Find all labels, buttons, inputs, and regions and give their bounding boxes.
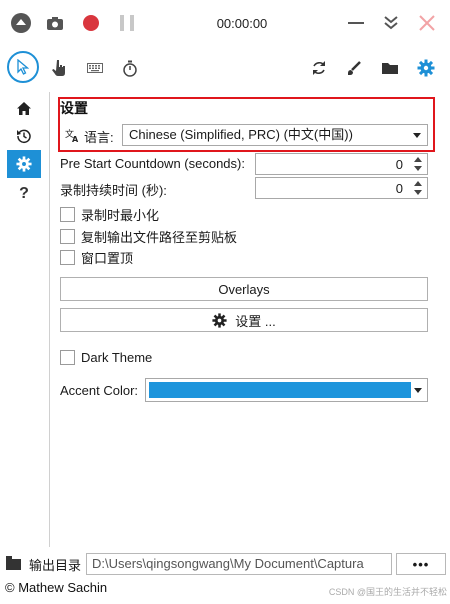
question-mark-icon: ? — [19, 185, 29, 202]
countdown-row: Pre Start Countdown (seconds): 0 — [60, 153, 430, 175]
close-icon — [419, 15, 435, 31]
more-settings-button[interactable]: 设置 ... — [60, 308, 428, 332]
status-bar: © Mathew Sachin CSDN @国王的生活并不轻松 — [0, 577, 450, 604]
editor-button[interactable] — [342, 56, 366, 80]
title-bar: 00:00:00 — [0, 0, 450, 46]
countdown-stepper[interactable]: 0 — [255, 153, 428, 175]
hand-pointer-icon — [52, 60, 65, 76]
refresh-icon — [313, 61, 325, 75]
countdown-value: 0 — [395, 157, 403, 172]
topmost-label: 窗口置顶 — [81, 250, 134, 266]
topmost-checkbox[interactable] — [60, 249, 75, 265]
output-path-field[interactable]: D:\Users\qingsongwang\My Document\Captur… — [86, 553, 392, 575]
stopwatch-icon — [123, 60, 137, 77]
record-button[interactable] — [78, 10, 104, 36]
increment-icon[interactable] — [414, 181, 422, 186]
output-path-value: D:\Users\qingsongwang\My Document\Captur… — [92, 556, 364, 571]
folder-icon — [382, 63, 398, 74]
camera-icon — [47, 16, 63, 30]
settings-button[interactable] — [414, 56, 438, 80]
cursor-toggle[interactable] — [7, 51, 39, 83]
output-folder-button[interactable]: 输出目录 — [6, 555, 81, 573]
minimize-checkbox[interactable] — [60, 206, 75, 222]
history-icon — [17, 129, 31, 144]
collapse-button[interactable] — [8, 10, 34, 36]
dark-theme-label: Dark Theme — [81, 349, 153, 365]
open-folder-button[interactable] — [378, 56, 402, 80]
keystrokes-toggle[interactable] — [83, 56, 107, 80]
copy-path-checkbox[interactable] — [60, 228, 75, 244]
browse-folder-button[interactable]: ••• — [396, 553, 446, 575]
decrement-icon[interactable] — [414, 166, 422, 171]
duration-value: 0 — [395, 181, 403, 196]
minimize-icon — [348, 22, 364, 24]
increment-icon[interactable] — [414, 157, 422, 162]
minimize-button[interactable] — [343, 10, 369, 36]
accent-color-row: Accent Color: — [60, 378, 428, 402]
gear-icon — [417, 59, 435, 77]
recording-timer: 00:00:00 — [216, 16, 268, 31]
decrement-icon[interactable] — [414, 190, 422, 195]
folder-icon — [6, 555, 21, 570]
nav-settings[interactable] — [7, 150, 41, 178]
gear-icon — [16, 156, 32, 172]
keyboard-icon — [87, 63, 103, 73]
output-folder-label: 输出目录 — [29, 557, 82, 573]
collapse-up-icon — [11, 13, 31, 33]
copy-path-label: 复制输出文件路径至剪贴板 — [81, 229, 238, 245]
duration-label: 录制持续时间 (秒): — [60, 183, 167, 198]
countdown-label: Pre Start Countdown (seconds): — [60, 156, 245, 171]
clicks-toggle[interactable] — [48, 56, 72, 80]
highlight-annotation-box — [58, 97, 435, 152]
refresh-button[interactable] — [307, 56, 331, 80]
topmost-checkbox-row[interactable]: 窗口置顶 — [60, 248, 133, 266]
screenshot-button[interactable] — [42, 10, 68, 36]
minimize-checkbox-row[interactable]: 录制时最小化 — [60, 205, 159, 223]
brush-icon — [348, 61, 361, 75]
duration-stepper[interactable]: 0 — [255, 177, 428, 199]
overlays-button[interactable]: Overlays — [60, 277, 428, 301]
elapsed-time-toggle[interactable] — [118, 56, 142, 80]
copy-path-checkbox-row[interactable]: 复制输出文件路径至剪贴板 — [60, 227, 237, 245]
minimal-mode-button[interactable] — [378, 10, 404, 36]
nav-history[interactable] — [7, 122, 41, 150]
copyright-text: © Mathew Sachin — [5, 580, 108, 595]
nav-home[interactable] — [7, 94, 41, 122]
watermark-text: CSDN @国王的生活并不轻松 — [328, 587, 447, 597]
gear-icon — [212, 312, 227, 328]
minimize-label: 录制时最小化 — [81, 207, 160, 223]
double-chevron-down-icon — [384, 16, 398, 30]
accent-color-swatch — [149, 382, 411, 398]
close-button[interactable] — [414, 10, 440, 36]
accent-color-label: Accent Color: — [60, 383, 139, 398]
accent-color-picker[interactable] — [145, 378, 428, 402]
home-icon — [17, 101, 31, 115]
nav-about[interactable]: ? — [7, 180, 41, 208]
dark-theme-checkbox[interactable] — [60, 349, 75, 365]
duration-row: 录制持续时间 (秒): 0 — [60, 177, 430, 199]
side-nav: ? — [0, 92, 50, 547]
more-dots-icon: ••• — [412, 556, 430, 572]
output-folder-bar: 输出目录 D:\Users\qingsongwang\My Document\C… — [0, 553, 450, 575]
overlays-button-label: Overlays — [218, 281, 270, 297]
more-settings-button-label: 设置 ... — [235, 313, 276, 329]
cursor-icon — [17, 59, 29, 75]
chevron-down-icon — [414, 388, 422, 393]
record-icon — [83, 15, 99, 31]
pause-button[interactable] — [114, 10, 140, 36]
pause-icon — [120, 15, 134, 31]
tool-bar — [0, 46, 450, 90]
dark-theme-checkbox-row[interactable]: Dark Theme — [60, 348, 152, 366]
